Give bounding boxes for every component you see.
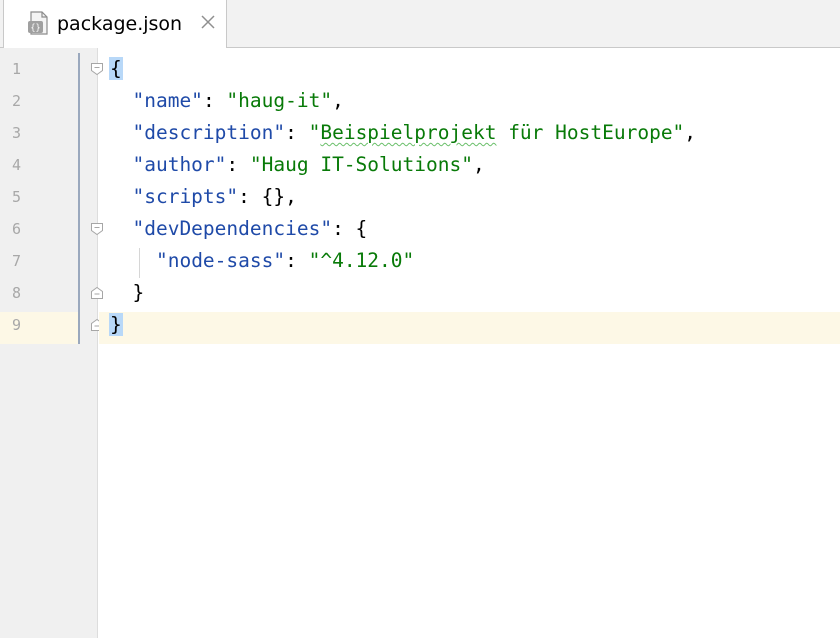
code-editor[interactable]: 1 2 3 4 5 6 7 8 9 { "name": "haug-it", "descript… (0, 48, 840, 638)
json-punctuation: } (109, 281, 145, 304)
code-line[interactable]: "name": "haug-it", (109, 85, 344, 117)
json-punctuation: , (332, 89, 344, 112)
gutter-change-marker (78, 53, 80, 344)
code-line[interactable]: "scripts": {}, (109, 181, 297, 213)
json-key: "description" (132, 121, 286, 144)
json-punctuation: , (472, 153, 485, 176)
line-number: 3 (12, 124, 22, 142)
json-key: "author" (132, 153, 227, 176)
line-number: 2 (12, 92, 22, 110)
json-punctuation: : (226, 153, 250, 176)
json-punctuation (109, 185, 132, 208)
code-area[interactable]: { "name": "haug-it", "description": "Bei… (99, 48, 840, 638)
json-string: "Haug IT-Solutions" (249, 153, 473, 176)
code-line[interactable]: "devDependencies": { (109, 213, 367, 245)
json-key: "scripts" (132, 185, 239, 208)
editor-tab-bar: {} package.json (0, 0, 840, 48)
json-punctuation (109, 217, 132, 240)
line-number: 8 (12, 284, 22, 302)
json-punctuation (109, 121, 132, 144)
json-punctuation: : (202, 89, 227, 112)
close-icon[interactable] (198, 12, 218, 32)
json-string: " (308, 121, 321, 144)
code-line[interactable]: { (109, 53, 123, 85)
code-line[interactable]: "description": "Beispielprojekt für Host… (109, 117, 696, 149)
json-punctuation: : (285, 121, 309, 144)
json-string: "haug-it" (226, 89, 333, 112)
matched-brace: } (109, 313, 123, 336)
line-number: 9 (12, 316, 22, 334)
tab-package-json[interactable]: {} package.json (3, 0, 227, 48)
json-key: "devDependencies" (132, 217, 333, 240)
line-number-gutter: 1 2 3 4 5 6 7 8 9 (0, 48, 98, 638)
json-punctuation (109, 249, 156, 272)
caret-line-highlight (99, 312, 840, 344)
line-number: 4 (12, 156, 22, 174)
matched-brace: { (109, 57, 123, 80)
json-punctuation: : {}, (238, 185, 297, 208)
json-file-icon: {} (28, 11, 48, 35)
line-number: 7 (12, 252, 22, 270)
json-string: Beispielprojekt (320, 121, 497, 144)
json-string: "^4.12.0" (308, 249, 415, 272)
tab-title: package.json (57, 13, 183, 35)
json-string: für HostEurope" (496, 121, 685, 144)
line-number: 5 (12, 188, 22, 206)
code-line[interactable]: "author": "Haug IT-Solutions", (109, 149, 485, 181)
code-line[interactable]: "node-sass": "^4.12.0" (109, 245, 414, 277)
json-punctuation: , (684, 121, 697, 144)
svg-text:{}: {} (30, 24, 40, 34)
json-punctuation: : (285, 249, 309, 272)
json-punctuation: : { (332, 217, 368, 240)
json-punctuation (109, 89, 132, 112)
json-key: "name" (132, 89, 203, 112)
line-number: 6 (12, 220, 22, 238)
code-line[interactable]: } (109, 277, 144, 309)
json-key: "node-sass" (155, 249, 286, 272)
code-line[interactable]: } (109, 309, 123, 341)
json-punctuation (109, 153, 132, 176)
line-number: 1 (12, 60, 22, 78)
